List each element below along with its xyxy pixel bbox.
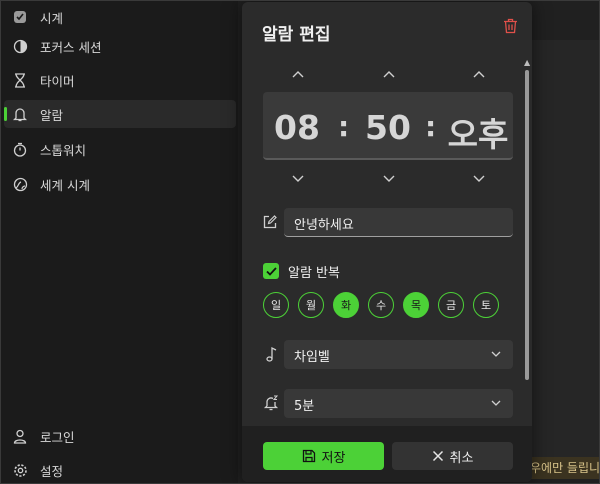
alarm-sound-select[interactable]: 차임벨	[284, 340, 513, 369]
person-icon	[12, 428, 28, 444]
hourglass-icon	[12, 72, 28, 88]
sidebar-item-label: 세계 시계	[40, 177, 90, 193]
checkmark-icon	[265, 266, 277, 276]
alarm-card	[528, 40, 600, 478]
scroll-up-icon[interactable]: ▲	[524, 58, 530, 67]
cancel-button[interactable]: 취소	[392, 442, 513, 470]
hour-increment-button[interactable]	[291, 69, 305, 79]
period-decrement-button[interactable]	[472, 174, 486, 184]
save-button-label: 저장	[321, 450, 346, 466]
time-picker[interactable]: 08 : 50 : 오후	[263, 92, 513, 160]
day-toggle-tuesday[interactable]: 화	[333, 292, 359, 318]
day-toggle-saturday[interactable]: 토	[473, 292, 499, 318]
chevron-down-icon	[491, 351, 501, 357]
sidebar: 시계 포커스 세션 타이머 알람 스톱워치 세계 시계 로그인 설정	[0, 0, 238, 484]
scrollbar-thumb[interactable]	[525, 70, 529, 380]
chevron-down-icon	[491, 400, 501, 406]
close-icon	[432, 450, 443, 462]
hour-decrement-button[interactable]	[291, 174, 305, 184]
edit-alarm-dialog: 알람 편집 ▲ 08 : 50 : 오후 안녕하세요 알람 반복 일 월 화 수…	[242, 2, 532, 482]
sidebar-item-clock[interactable]: 시계	[4, 3, 236, 31]
sidebar-item-label: 로그인	[40, 429, 75, 445]
sidebar-item-label: 포커스 세션	[40, 39, 102, 55]
sidebar-item-label: 알람	[40, 107, 64, 123]
clock-icon	[12, 9, 28, 25]
sidebar-item-label: 설정	[40, 463, 64, 479]
day-toggle-thursday[interactable]: 목	[403, 292, 429, 318]
snooze-time-value: 5분	[294, 399, 315, 414]
time-separator: :	[338, 110, 350, 143]
period-value[interactable]: 오후	[443, 108, 513, 156]
minute-value[interactable]: 50	[364, 108, 412, 147]
sidebar-item-alarm[interactable]: 알람	[4, 100, 236, 128]
sidebar-item-stopwatch[interactable]: 스톱워치	[4, 135, 236, 163]
repeat-label: 알람 반복	[288, 266, 340, 281]
globe-icon	[12, 176, 28, 192]
chevron-up-icon	[292, 71, 304, 78]
day-toggle-monday[interactable]: 월	[298, 292, 324, 318]
snooze-time-select[interactable]: 5분	[284, 389, 513, 418]
save-icon	[302, 449, 315, 463]
minute-increment-button[interactable]	[382, 69, 396, 79]
trash-icon	[503, 18, 517, 34]
chevron-down-icon	[473, 175, 485, 182]
time-separator: :	[425, 110, 437, 143]
sidebar-item-label: 스톱워치	[40, 142, 87, 158]
gear-icon	[12, 462, 28, 478]
music-note-icon	[262, 345, 280, 363]
sidebar-item-focus[interactable]: 포커스 세션	[4, 32, 236, 60]
chevron-up-icon	[383, 71, 395, 78]
minute-decrement-button[interactable]	[382, 174, 396, 184]
day-toggle-wednesday[interactable]: 수	[368, 292, 394, 318]
dialog-footer: 저장 취소	[242, 426, 532, 482]
sidebar-item-label: 타이머	[40, 73, 75, 89]
snooze-icon	[262, 394, 280, 412]
focus-icon	[12, 38, 28, 54]
alarm-sound-value: 차임벨	[294, 350, 330, 365]
chevron-down-icon	[292, 175, 304, 182]
day-toggle-friday[interactable]: 금	[438, 292, 464, 318]
sidebar-item-login[interactable]: 로그인	[4, 422, 236, 450]
edit-icon	[262, 214, 278, 230]
alarm-name-input[interactable]: 안녕하세요	[284, 208, 513, 237]
sidebar-item-settings[interactable]: 설정	[4, 456, 236, 484]
day-toggle-sunday[interactable]: 일	[263, 292, 289, 318]
delete-alarm-button[interactable]	[500, 16, 520, 36]
sidebar-item-label: 시계	[40, 10, 64, 26]
dialog-title: 알람 편집	[262, 25, 331, 45]
save-button[interactable]: 저장	[263, 442, 384, 470]
chevron-down-icon	[383, 175, 395, 182]
sidebar-item-world-clock[interactable]: 세계 시계	[4, 170, 236, 198]
scrollbar[interactable]: ▲	[524, 58, 530, 386]
repeat-checkbox[interactable]	[263, 263, 279, 279]
cancel-button-label: 취소	[449, 450, 474, 466]
stopwatch-icon	[12, 141, 28, 157]
sidebar-item-timer[interactable]: 타이머	[4, 66, 236, 94]
hour-value[interactable]: 08	[273, 108, 321, 147]
chevron-up-icon	[473, 71, 485, 78]
background-toast: 우에만 들립니다	[526, 457, 600, 479]
bell-icon	[12, 106, 28, 122]
period-increment-button[interactable]	[472, 69, 486, 79]
